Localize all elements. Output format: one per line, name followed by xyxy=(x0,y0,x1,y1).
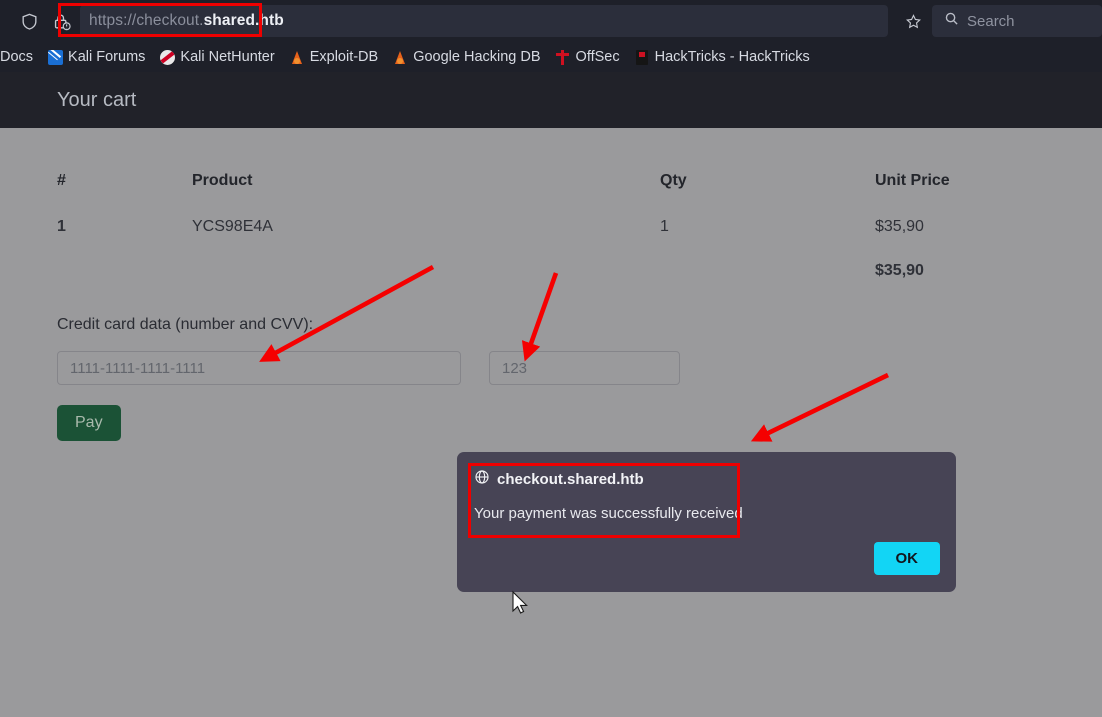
payment-form xyxy=(57,351,1045,385)
site-header: Your cart xyxy=(0,72,1102,128)
shield-icon[interactable] xyxy=(18,10,40,32)
column-header-unit-price: Unit Price xyxy=(875,172,950,189)
payment-confirmation-dialog: checkout.shared.htb Your payment was suc… xyxy=(457,452,956,592)
lock-warning-icon[interactable] xyxy=(50,10,72,32)
table-header-row: # Product Qty Unit Price xyxy=(57,172,1035,218)
cvv-input[interactable] xyxy=(489,351,680,385)
cart-table: # Product Qty Unit Price 1 YCS98E4A 1 $3… xyxy=(57,172,1035,306)
address-bar[interactable]: https://checkout.shared.htb xyxy=(80,5,888,37)
table-total-row: $35,90 xyxy=(57,262,1035,306)
browser-search-bar[interactable]: Search xyxy=(932,5,1102,37)
cell-total: $35,90 xyxy=(875,262,924,279)
bookmark-star-button[interactable] xyxy=(894,5,932,37)
globe-icon xyxy=(474,469,490,490)
page-viewport: Your cart # Product Qty Unit Price 1 YCS… xyxy=(0,72,1102,717)
cell-product: YCS98E4A xyxy=(192,218,273,235)
bookmark-google-hacking-db[interactable]: Google Hacking DB xyxy=(385,47,547,67)
dialog-origin: checkout.shared.htb xyxy=(497,471,644,488)
column-header-product: Product xyxy=(192,172,253,189)
credit-card-label: Credit card data (number and CVV): xyxy=(57,316,314,333)
bookmark-label: Exploit-DB xyxy=(309,49,379,65)
bookmark-label: Docs xyxy=(0,49,34,65)
star-icon xyxy=(905,13,921,28)
browser-chrome: https://checkout.shared.htb Search Docs xyxy=(0,0,1102,72)
url-prefix: https://checkout. xyxy=(89,12,204,29)
bookmarks-toolbar: Docs Kali Forums Kali NetHunter Exploit-… xyxy=(0,42,1102,72)
url-domain: shared.htb xyxy=(203,12,284,29)
page-title: Your cart xyxy=(57,88,137,111)
cell-empty xyxy=(660,262,875,306)
flame-icon xyxy=(392,49,408,65)
pay-button[interactable]: Pay xyxy=(57,405,121,441)
hacktricks-book-icon xyxy=(634,49,650,65)
bookmark-label: OffSec xyxy=(575,49,620,65)
flame-icon xyxy=(289,49,305,65)
bookmark-label: Kali NetHunter xyxy=(180,49,275,65)
kali-dragon-icon xyxy=(47,49,63,65)
cell-empty xyxy=(192,262,660,306)
table-row: 1 YCS98E4A 1 $35,90 xyxy=(57,218,1035,262)
cart-area: # Product Qty Unit Price 1 YCS98E4A 1 $3… xyxy=(0,172,1102,441)
offsec-dagger-icon xyxy=(555,49,571,65)
bookmark-exploit-db[interactable]: Exploit-DB xyxy=(282,47,386,67)
browser-toolbar: https://checkout.shared.htb Search xyxy=(0,0,1102,42)
dialog-message: Your payment was successfully received xyxy=(474,505,743,522)
bookmark-offsec[interactable]: OffSec xyxy=(548,47,627,67)
bookmark-label: HackTricks - HackTricks xyxy=(654,49,810,65)
cell-empty xyxy=(57,262,192,306)
column-header-index: # xyxy=(57,172,66,189)
bookmark-kali-forums[interactable]: Kali Forums xyxy=(40,47,152,67)
bookmark-label: Kali Forums xyxy=(68,49,146,65)
column-header-qty: Qty xyxy=(660,172,687,189)
cell-index: 1 xyxy=(57,218,66,235)
bookmark-label: Google Hacking DB xyxy=(413,49,541,65)
cell-unit-price: $35,90 xyxy=(875,218,924,235)
bookmark-hacktricks[interactable]: HackTricks - HackTricks xyxy=(627,47,817,67)
card-number-input[interactable] xyxy=(57,351,461,385)
search-icon xyxy=(944,11,959,31)
bookmark-docs[interactable]: Docs xyxy=(0,47,40,67)
bookmark-kali-nethunter[interactable]: Kali NetHunter xyxy=(152,47,281,67)
cell-qty: 1 xyxy=(660,218,669,235)
dialog-ok-button[interactable]: OK xyxy=(873,542,940,575)
dialog-title-row: checkout.shared.htb xyxy=(457,452,956,490)
nethunter-icon xyxy=(159,49,175,65)
url-text: https://checkout.shared.htb xyxy=(80,12,284,30)
search-placeholder: Search xyxy=(967,12,1015,30)
